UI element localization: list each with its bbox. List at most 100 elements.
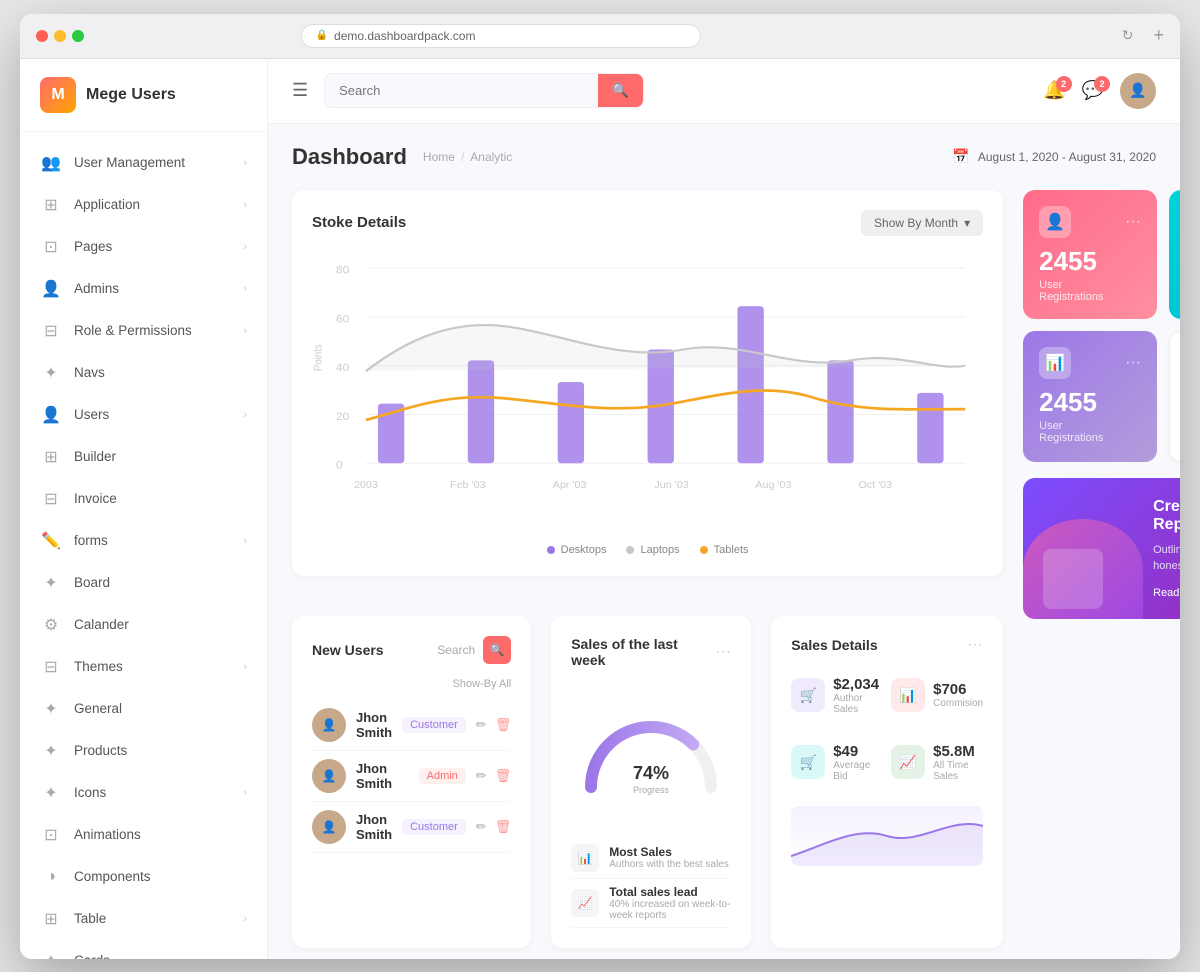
sidebar-item-calander[interactable]: ⚙ Calander [20,604,267,646]
users-search-button[interactable]: 🔍 [483,636,511,664]
sidebar-item-general[interactable]: ✦ General [20,688,267,730]
nav-arrow-users: › [243,409,247,421]
sidebar-item-icons[interactable]: ✦ Icons › [20,772,267,814]
sidebar-item-table[interactable]: ⊞ Table › [20,898,267,940]
svg-text:Feb '03: Feb '03 [450,480,486,490]
sidebar-item-products[interactable]: ✦ Products [20,730,267,772]
stat-card-purple-top: 📊 ··· [1039,347,1141,379]
brand-logo: M [40,77,76,113]
nav-icon-user-management: 👥 [40,152,62,174]
new-users-title: New Users [312,642,384,658]
sidebar-item-navs[interactable]: ✦ Navs [20,352,267,394]
nav-icon-themes: ⊟ [40,656,62,678]
sidebar-item-animations[interactable]: ⊡ Animations [20,814,267,856]
nav-arrow-admins: › [243,283,247,295]
notification-bell[interactable]: 🔔 2 [1043,80,1065,101]
breadcrumb-home[interactable]: Home [423,150,455,164]
nav-icon-pages: ⊡ [40,236,62,258]
window-maximize-dot[interactable] [72,30,84,42]
author-sales-info: $2,034 Author Sales [833,676,879,715]
avg-bid-info: $49 Average Bid [833,743,879,782]
sidebar-item-builder[interactable]: ⊞ Builder [20,436,267,478]
edit-icon-1[interactable]: ✏ [476,717,487,733]
window-minimize-dot[interactable] [54,30,66,42]
delete-icon-2[interactable]: 🗑 [495,768,512,784]
sidebar: M Mege Users 👥 User Management › ⊞ Appli… [20,59,268,959]
sales-week-menu[interactable]: ··· [715,643,731,661]
commission-info: $706 Commision [933,681,983,709]
legend-tablets: Tablets [700,544,749,556]
author-sales-label: Author Sales [833,693,879,715]
page-title-section: Dashboard Home / Analytic [292,144,512,170]
nav-arrow-icons: › [243,787,247,799]
stat-card-pink-top: 👤 ··· [1039,206,1141,238]
new-tab-icon[interactable]: + [1153,25,1164,46]
search-button[interactable]: 🔍 [598,74,643,107]
nav-icon-general: ✦ [40,698,62,720]
avg-bid-label: Average Bid [833,760,879,782]
sidebar-item-board[interactable]: ✦ Board [20,562,267,604]
crm-read-more[interactable]: Read More → [1153,587,1180,599]
alltime-sales-icon: 📈 [891,745,925,779]
stat-icon-purple: 📊 [1039,347,1071,379]
hamburger-icon[interactable]: ☰ [292,80,308,101]
message-bell[interactable]: 💬 2 [1082,80,1104,101]
nav-icon-products: ✦ [40,740,62,762]
nav-label-forms: forms [74,533,243,548]
nav-icon-forms: ✏️ [40,530,62,552]
sidebar-item-invoice[interactable]: ⊟ Invoice [20,478,267,520]
stat-menu-pink[interactable]: ··· [1125,213,1141,231]
most-sales-title: Most Sales [609,845,731,859]
stat-cards-row: 👤 ··· 2455 UserRegistrations ⚙ ··· [1023,190,1180,462]
nav-arrow-user-management: › [243,157,247,169]
edit-icon-3[interactable]: ✏ [476,819,487,835]
breadcrumb-separator: / [461,150,464,164]
alltime-info: $5.8M All Time Sales [933,743,983,782]
nav-icon-components: ◑ [40,866,62,888]
sidebar-item-forms[interactable]: ✏️ forms › [20,520,267,562]
refresh-icon[interactable]: ↻ [1122,27,1134,44]
show-by-button[interactable]: Show By Month ▾ [861,210,983,236]
author-sales-icon: 🛒 [791,678,825,712]
stat-number-pink: 2455 [1039,246,1141,277]
sidebar-item-cards[interactable]: ✦ Cards › [20,940,267,959]
legend-dot-tablets [700,546,708,554]
sidebar-item-role-permissions[interactable]: ⊟ Role & Permissions › [20,310,267,352]
window-close-dot[interactable] [36,30,48,42]
stat-card-cyan: ⚙ ··· 2455 UserRegistrations [1169,190,1180,319]
delete-icon-3[interactable]: 🗑 [495,819,512,835]
right-column: 👤 ··· 2455 UserRegistrations ⚙ ··· [1023,190,1180,948]
crm-title: Create CRM Reports [1153,498,1180,534]
date-range-text: August 1, 2020 - August 31, 2020 [978,150,1156,164]
sidebar-item-components[interactable]: ◑ Components [20,856,267,898]
sidebar-item-themes[interactable]: ⊟ Themes › [20,646,267,688]
delete-icon-1[interactable]: 🗑 [495,717,512,733]
show-by-label: Show By Month [874,216,958,230]
nav-label-users: Users [74,407,243,422]
user-avatar[interactable]: 👤 [1120,73,1156,109]
sidebar-item-pages[interactable]: ⊡ Pages › [20,226,267,268]
nav-label-calander: Calander [74,617,247,632]
nav-arrow-pages: › [243,241,247,253]
user-avatar-3: 👤 [312,810,346,844]
sidebar-item-admins[interactable]: 👤 Admins › [20,268,267,310]
user-name-2: Jhon Smith [356,761,409,791]
mini-chart [791,806,983,866]
sales-detail-author: 🛒 $2,034 Author Sales [791,668,879,723]
sidebar-item-user-management[interactable]: 👥 User Management › [20,142,267,184]
sidebar-item-application[interactable]: ⊞ Application › [20,184,267,226]
svg-text:Oct '03: Oct '03 [858,480,892,490]
legend-label-desktops: Desktops [561,544,607,556]
search-input[interactable] [325,75,598,106]
search-bar: 🔍 [324,73,644,108]
alltime-label: All Time Sales [933,760,983,782]
nav-label-animations: Animations [74,827,247,842]
page-header: Dashboard Home / Analytic 📅 August 1, 20… [292,144,1156,170]
stat-menu-purple[interactable]: ··· [1125,354,1141,372]
crm-banner: Create CRM Reports Outlines keep you and… [1023,478,1180,619]
sidebar-item-users[interactable]: 👤 Users › [20,394,267,436]
edit-icon-2[interactable]: ✏ [476,768,487,784]
sales-week-card: Sales of the last week ··· [551,616,751,948]
show-by-all[interactable]: Show-By All [312,678,511,690]
sales-details-menu[interactable]: ··· [967,636,983,654]
